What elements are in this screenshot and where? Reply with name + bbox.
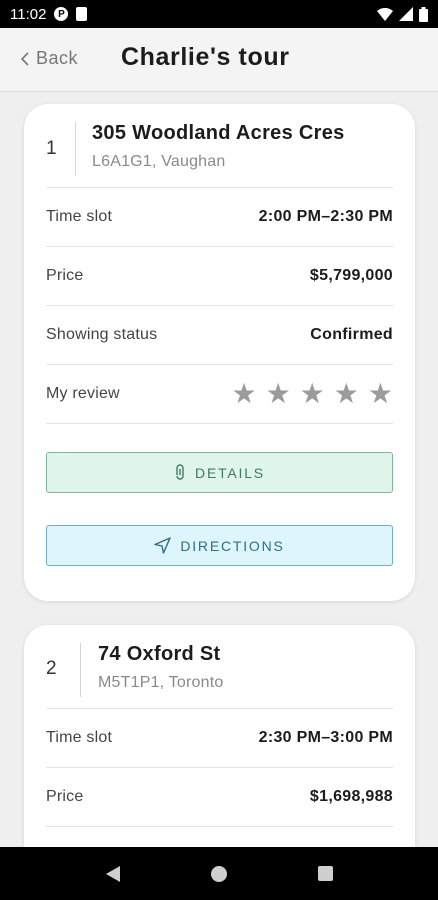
chevron-left-icon: [20, 51, 29, 66]
time-slot-value: 2:30 PM–3:00 PM: [258, 729, 393, 746]
price-value: $1,698,988: [309, 788, 393, 805]
stop-sub-address: L6A1G1, Vaughan: [92, 153, 226, 170]
status-time: 11:02: [10, 5, 47, 23]
stop-address: 305 Woodland Acres Cres: [92, 122, 345, 144]
showing-status-label: Showing status: [46, 326, 158, 343]
price-row: Price $1,698,988: [46, 768, 393, 827]
star-icon[interactable]: ★: [300, 380, 325, 408]
stop-number: 2: [46, 658, 57, 679]
price-row: Price $5,799,000: [46, 247, 393, 306]
status-bar: 11:02 P: [0, 0, 438, 28]
stop-header: 1 305 Woodland Acres Cres L6A1G1, Vaugha…: [46, 104, 393, 188]
review-label: My review: [46, 385, 120, 402]
stop-header: 2 74 Oxford St M5T1P1, Toronto: [46, 625, 393, 709]
wifi-icon: [377, 7, 393, 21]
page-title: Charlie's tour: [121, 43, 290, 71]
stop-number: 1: [46, 138, 57, 159]
nav-recents-icon[interactable]: [317, 866, 333, 881]
time-slot-label: Time slot: [46, 729, 113, 746]
sim-card-icon: [76, 7, 88, 21]
star-icon[interactable]: ★: [231, 380, 256, 408]
price-label: Price: [46, 267, 84, 284]
status-left: 11:02 P: [10, 5, 88, 23]
header-divider: [75, 122, 76, 176]
star-icon[interactable]: ★: [334, 380, 359, 408]
stop-address: 74 Oxford St: [98, 643, 221, 665]
tour-stops-list[interactable]: 1 305 Woodland Acres Cres L6A1G1, Vaugha…: [0, 93, 438, 847]
time-slot-label: Time slot: [46, 208, 113, 225]
nav-home-icon[interactable]: [210, 865, 227, 882]
nav-back-icon[interactable]: [105, 865, 120, 882]
notification-app-icon: P: [54, 7, 69, 21]
battery-icon: [419, 6, 428, 22]
price-label: Price: [46, 788, 84, 805]
back-button[interactable]: Back: [20, 48, 78, 69]
directions-label: DIRECTIONS: [180, 537, 285, 554]
time-slot-value: 2:00 PM–2:30 PM: [258, 208, 393, 225]
star-icon[interactable]: ★: [266, 380, 291, 408]
stop-sub-address: M5T1P1, Toronto: [98, 674, 224, 691]
paperclip-icon: [176, 464, 184, 480]
review-row: My review ★ ★ ★ ★ ★: [46, 365, 393, 424]
directions-button[interactable]: DIRECTIONS: [46, 525, 393, 566]
app-header: Back Charlie's tour: [0, 28, 438, 92]
details-button[interactable]: DETAILS: [46, 452, 393, 493]
showing-status-row: Showing status Confirmed: [46, 306, 393, 365]
system-nav-bar: [0, 847, 438, 900]
tour-stop-card: 1 305 Woodland Acres Cres L6A1G1, Vaugha…: [24, 104, 415, 601]
signal-icon: [399, 7, 413, 21]
star-rating: ★ ★ ★ ★ ★: [231, 380, 393, 408]
details-label: DETAILS: [195, 464, 265, 481]
price-value: $5,799,000: [309, 267, 393, 284]
header-divider: [80, 643, 81, 697]
time-slot-row: Time slot 2:30 PM–3:00 PM: [46, 709, 393, 768]
tour-stop-card: 2 74 Oxford St M5T1P1, Toronto Time slot…: [24, 625, 415, 847]
navigation-arrow-icon: [154, 537, 172, 554]
status-right: [377, 6, 428, 22]
back-label: Back: [36, 48, 79, 68]
showing-status-value: Confirmed: [310, 326, 393, 343]
time-slot-row: Time slot 2:00 PM–2:30 PM: [46, 188, 393, 247]
star-icon[interactable]: ★: [368, 380, 393, 408]
